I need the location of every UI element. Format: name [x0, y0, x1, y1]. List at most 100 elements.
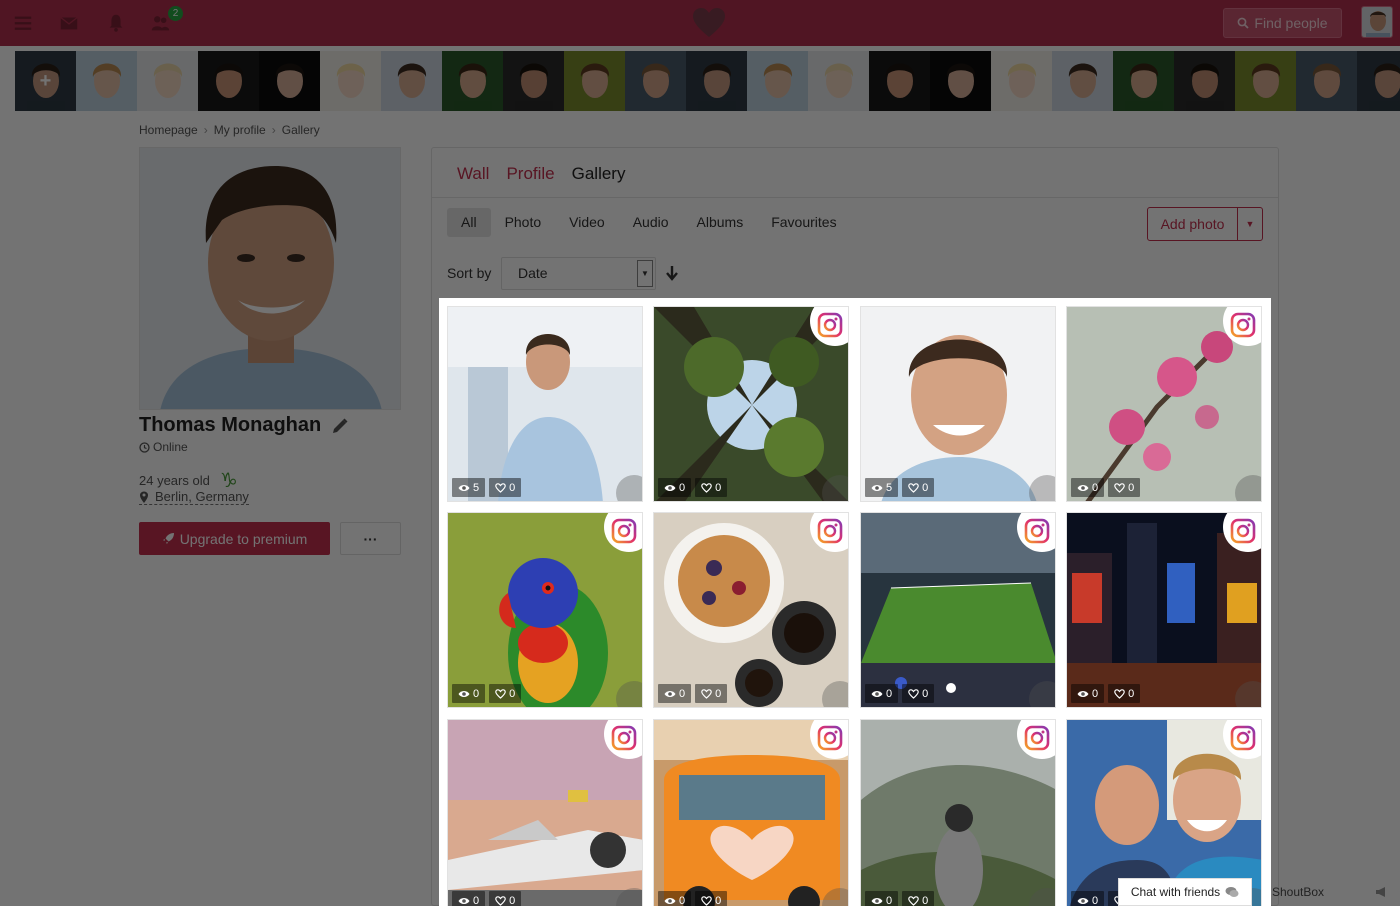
likes-count-text: 0	[509, 687, 516, 700]
heart-outline-icon	[495, 895, 506, 906]
filter-favourites[interactable]: Favourites	[757, 208, 850, 237]
gallery-item-parrot[interactable]: 00	[447, 512, 643, 708]
likes-count-text: 0	[1128, 481, 1135, 494]
filter-video[interactable]: Video	[555, 208, 619, 237]
member-thumbnail[interactable]	[1052, 51, 1113, 111]
tab-gallery[interactable]: Gallery	[572, 164, 626, 184]
likes-count-text: 0	[715, 481, 722, 494]
member-thumbnail[interactable]	[198, 51, 259, 111]
likes-count[interactable]: 0	[1108, 478, 1141, 497]
photo-stats: 50	[452, 478, 522, 497]
member-thumbnail[interactable]	[381, 51, 442, 111]
filter-all[interactable]: All	[447, 208, 491, 237]
eye-icon	[871, 690, 883, 697]
breadcrumb-my-profile[interactable]: My profile	[214, 123, 266, 137]
filter-audio[interactable]: Audio	[619, 208, 683, 237]
member-thumbnail[interactable]	[137, 51, 198, 111]
bell-icon[interactable]	[104, 11, 128, 35]
shoutbox-bar[interactable]: ShoutBox	[1262, 878, 1400, 906]
pencil-icon[interactable]	[331, 417, 349, 435]
views-count-text: 0	[886, 687, 893, 700]
member-thumbnail[interactable]	[808, 51, 869, 111]
find-people-label: Find people	[1254, 15, 1328, 31]
gallery-item-city-night[interactable]: 00	[1066, 512, 1262, 708]
likes-count[interactable]: 0	[902, 478, 935, 497]
heart-outline-icon	[1114, 688, 1125, 699]
sort-select[interactable]: Date ▼	[501, 257, 656, 290]
filter-albums[interactable]: Albums	[683, 208, 758, 237]
photo-stats: 00	[865, 891, 935, 906]
member-thumbnail[interactable]	[991, 51, 1052, 111]
member-thumbnail[interactable]	[259, 51, 320, 111]
member-thumbnail[interactable]	[564, 51, 625, 111]
member-thumbnail[interactable]: +	[15, 51, 76, 111]
filter-photo[interactable]: Photo	[491, 208, 556, 237]
member-thumbnail[interactable]	[1357, 51, 1400, 111]
location-info[interactable]: Berlin, Germany	[139, 489, 249, 505]
member-thumbnail[interactable]	[625, 51, 686, 111]
heart-outline-icon	[908, 688, 919, 699]
more-options-button[interactable]: ···	[340, 522, 401, 555]
heart-logo-icon[interactable]	[692, 7, 726, 39]
views-count: 0	[1071, 891, 1105, 906]
sort-by-label: Sort by	[447, 265, 492, 281]
envelope-icon[interactable]	[57, 11, 81, 35]
find-people-button[interactable]: Find people	[1223, 8, 1342, 38]
views-count-text: 0	[1092, 894, 1099, 906]
megaphone-icon	[1376, 887, 1385, 897]
likes-count[interactable]: 0	[489, 684, 522, 703]
views-count-text: 0	[1092, 481, 1099, 494]
upgrade-label: Upgrade to premium	[179, 530, 308, 547]
menu-icon[interactable]	[11, 11, 35, 35]
gallery-item-man-office[interactable]: 50	[447, 306, 643, 502]
likes-count[interactable]: 0	[1108, 684, 1141, 703]
breadcrumb-homepage[interactable]: Homepage	[139, 123, 198, 137]
sort-direction-arrow-icon[interactable]	[665, 265, 679, 281]
member-thumbnail[interactable]	[930, 51, 991, 111]
photo-stats: 00	[865, 684, 935, 703]
member-thumbnail[interactable]	[1296, 51, 1357, 111]
member-thumbnail[interactable]	[1174, 51, 1235, 111]
member-thumbnail[interactable]	[1235, 51, 1296, 111]
likes-count[interactable]: 0	[489, 891, 522, 906]
likes-count[interactable]: 0	[695, 478, 728, 497]
views-count-text: 0	[679, 894, 686, 906]
heart-outline-icon	[701, 895, 712, 906]
add-photo-button[interactable]: Add photo	[1148, 208, 1238, 240]
likes-count[interactable]: 0	[902, 891, 935, 906]
gallery-item-man-portrait[interactable]: 50	[860, 306, 1056, 502]
gallery-item-pie-coffee[interactable]: 00	[653, 512, 849, 708]
profile-photo[interactable]	[139, 147, 401, 410]
gallery-item-forest-canopy[interactable]: 00	[653, 306, 849, 502]
gallery-item-cherry-blossom[interactable]: 00	[1066, 306, 1262, 502]
gallery-item-airplane[interactable]: 00	[447, 719, 643, 906]
member-thumbnail[interactable]	[320, 51, 381, 111]
views-count-text: 0	[679, 687, 686, 700]
likes-count[interactable]: 0	[695, 684, 728, 703]
tab-wall[interactable]: Wall	[457, 164, 489, 184]
member-thumbnail[interactable]	[869, 51, 930, 111]
shoutbox-label: ShoutBox	[1272, 885, 1325, 899]
add-plus-icon[interactable]: +	[15, 51, 76, 111]
likes-count[interactable]: 0	[489, 478, 522, 497]
add-photo-dropdown-toggle[interactable]: ▼	[1238, 208, 1262, 240]
member-thumbnail[interactable]	[747, 51, 808, 111]
chat-with-friends-button[interactable]: Chat with friends	[1118, 878, 1252, 906]
heart-outline-icon	[1114, 482, 1125, 493]
member-thumbnail[interactable]	[76, 51, 137, 111]
gallery-item-orange-van[interactable]: 00	[653, 719, 849, 906]
member-thumbnail[interactable]	[686, 51, 747, 111]
member-thumbnail[interactable]	[503, 51, 564, 111]
clock-icon	[139, 441, 150, 453]
members-strip: +	[0, 46, 1400, 116]
gallery-item-hiker-mountain[interactable]: 00	[860, 719, 1056, 906]
user-avatar[interactable]	[1361, 6, 1393, 38]
upgrade-premium-button[interactable]: Upgrade to premium	[139, 522, 330, 555]
tab-profile[interactable]: Profile	[506, 164, 554, 184]
gallery-item-stadium[interactable]: 00	[860, 512, 1056, 708]
member-thumbnail[interactable]	[1113, 51, 1174, 111]
eye-icon	[458, 690, 470, 697]
member-thumbnail[interactable]	[442, 51, 503, 111]
likes-count[interactable]: 0	[695, 891, 728, 906]
likes-count[interactable]: 0	[902, 684, 935, 703]
